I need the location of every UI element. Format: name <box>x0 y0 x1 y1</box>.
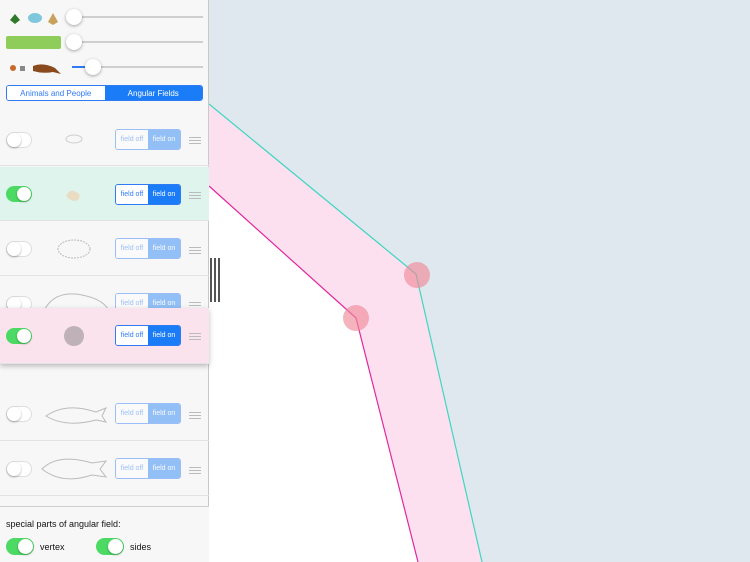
field-off-button[interactable]: field off <box>116 185 148 204</box>
slider-track <box>72 16 203 18</box>
sides-label: sides <box>130 542 152 552</box>
enable-toggle[interactable] <box>6 241 32 257</box>
field-off-button[interactable]: field off <box>116 239 148 258</box>
sidebar-panel: Animals and People Angular Fields field … <box>0 0 209 562</box>
dragged-list-item[interactable]: field off field on <box>0 308 209 364</box>
options-title: special parts of angular field: <box>6 519 121 529</box>
enable-toggle[interactable] <box>6 461 32 477</box>
list-item: field off field on <box>0 167 209 221</box>
tab-animals-and-people[interactable]: Animals and People <box>7 86 105 100</box>
vertex-toggle[interactable] <box>6 538 34 555</box>
field-toggle[interactable]: field off field on <box>115 403 181 424</box>
vertex-handle-outer[interactable] <box>404 262 430 288</box>
enable-toggle[interactable] <box>6 328 32 344</box>
list-item: field off field on <box>0 442 209 496</box>
field-toggle[interactable]: field off field on <box>115 184 181 205</box>
animal-thumbnail-icon <box>57 239 91 259</box>
slider-track <box>72 41 203 43</box>
reorder-grip-icon[interactable] <box>189 412 201 419</box>
reorder-grip-icon[interactable] <box>189 467 201 474</box>
field-on-button[interactable]: field on <box>148 130 180 149</box>
field-off-button[interactable]: field off <box>116 459 148 478</box>
animals-slider[interactable] <box>6 56 204 78</box>
enable-toggle[interactable] <box>6 406 32 422</box>
angular-field-options: special parts of angular field: vertex s… <box>0 506 209 562</box>
vertex-handle-inner[interactable] <box>343 305 369 331</box>
mode-segmented-control[interactable]: Animals and People Angular Fields <box>6 85 203 101</box>
field-on-button[interactable]: field on <box>148 459 180 478</box>
sidebar-resize-handle[interactable] <box>210 258 220 302</box>
plants-slider[interactable] <box>6 6 204 28</box>
animal-thumbnail-icon <box>64 326 84 346</box>
enable-toggle[interactable] <box>6 132 32 148</box>
slider-track <box>92 66 203 68</box>
field-off-button[interactable]: field off <box>116 326 148 345</box>
field-on-button[interactable]: field on <box>148 404 180 423</box>
slider-knob[interactable] <box>66 9 82 25</box>
vertex-label: vertex <box>40 542 65 552</box>
slider-knob[interactable] <box>66 34 82 50</box>
slider-knob[interactable] <box>85 59 101 75</box>
field-toggle[interactable]: field off field on <box>115 238 181 259</box>
animal-thumbnail-icon <box>65 134 83 144</box>
field-on-button[interactable]: field on <box>148 326 180 345</box>
field-on-button[interactable]: field on <box>148 185 180 204</box>
reorder-grip-icon[interactable] <box>189 247 201 254</box>
animal-thumbnail-icon <box>41 458 108 480</box>
list-item: field off field on <box>0 112 209 166</box>
tab-angular-fields[interactable]: Angular Fields <box>104 86 202 100</box>
list-item: field off field on <box>0 222 209 276</box>
field-on-button[interactable]: field on <box>148 239 180 258</box>
field-toggle[interactable]: field off field on <box>115 129 181 150</box>
reorder-grip-icon[interactable] <box>189 333 201 340</box>
sides-toggle[interactable] <box>96 538 124 555</box>
field-off-button[interactable]: field off <box>116 404 148 423</box>
field-toggle[interactable]: field off field on <box>115 458 181 479</box>
color-slider[interactable] <box>6 31 204 53</box>
list-item: field off field on <box>0 387 209 441</box>
animal-thumbnail-icon <box>66 190 80 201</box>
field-off-button[interactable]: field off <box>116 130 148 149</box>
enable-toggle[interactable] <box>6 186 32 202</box>
animal-thumbnail-icon <box>45 407 108 424</box>
reorder-grip-icon[interactable] <box>189 192 201 199</box>
field-toggle[interactable]: field off field on <box>115 325 181 346</box>
reorder-grip-icon[interactable] <box>189 137 201 144</box>
